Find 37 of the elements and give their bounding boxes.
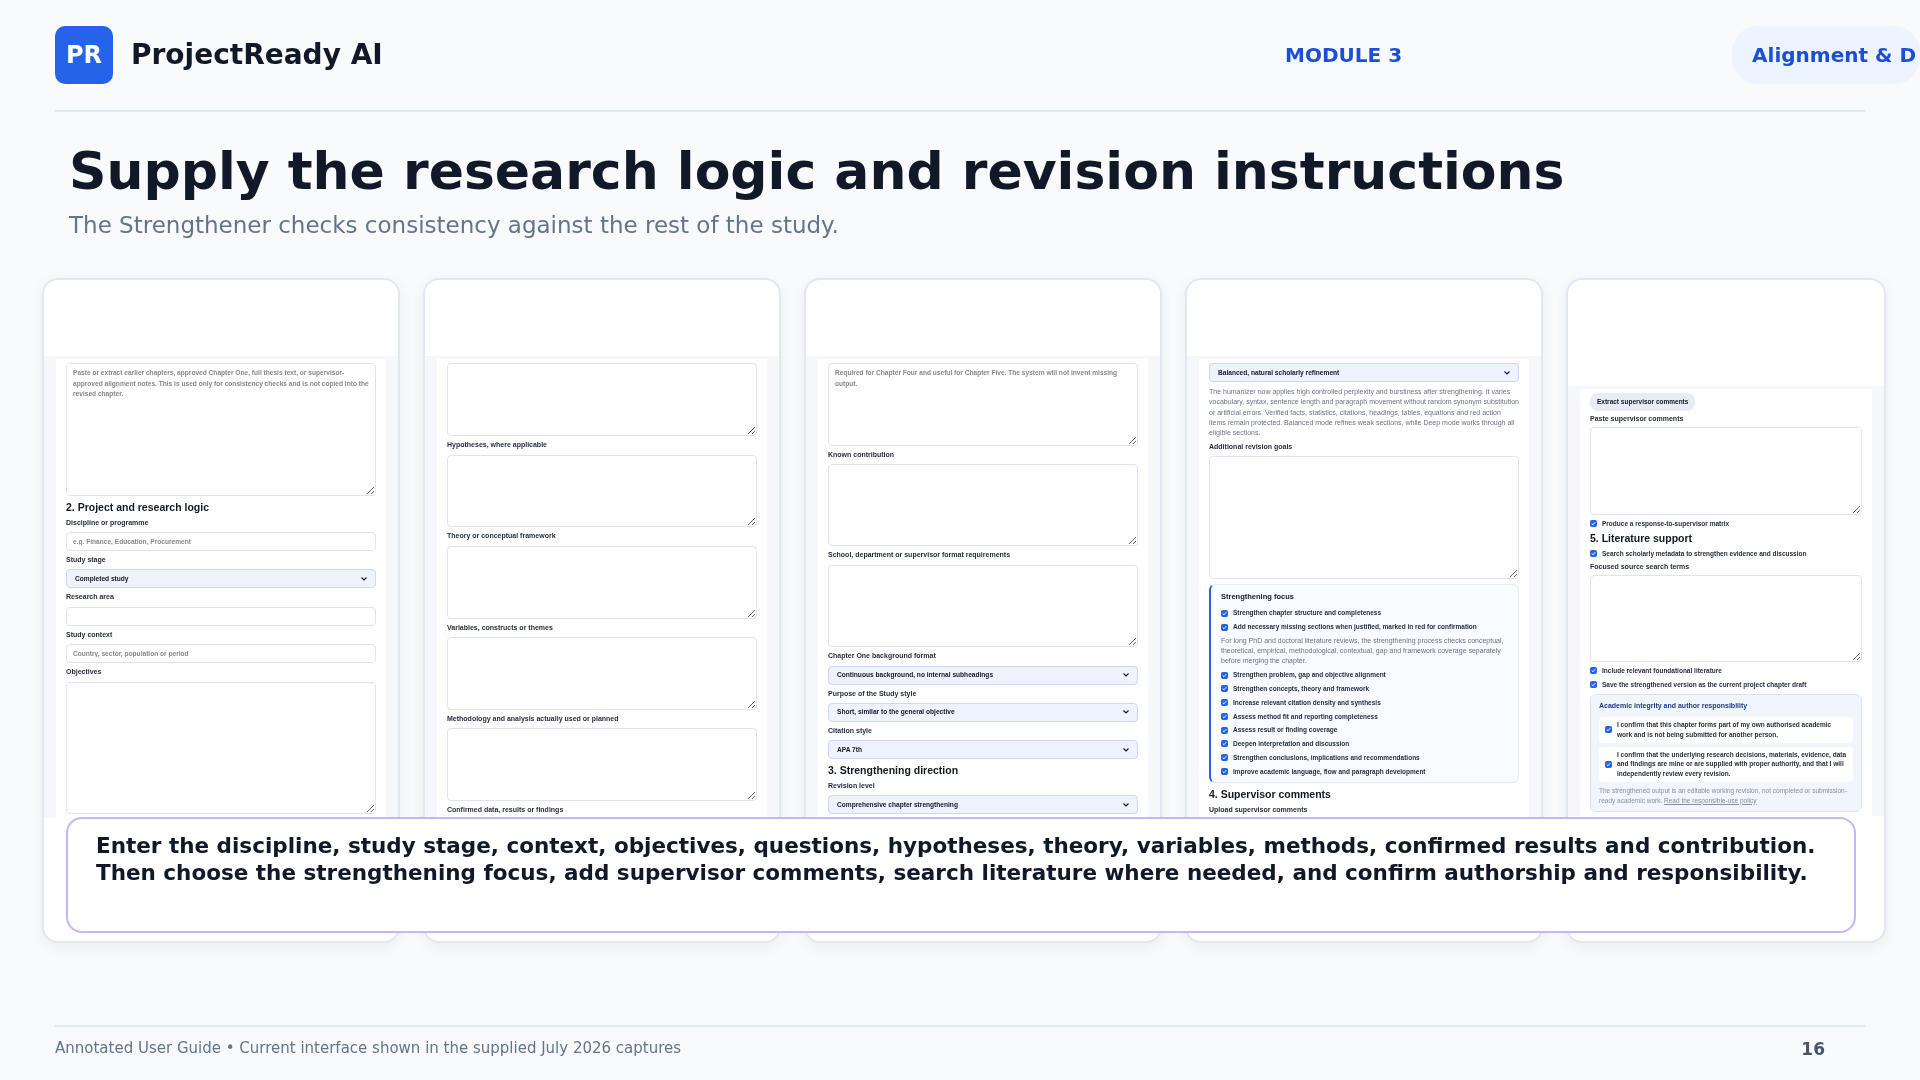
checkbox[interactable] xyxy=(1590,681,1597,689)
chevron-icon xyxy=(1123,710,1129,715)
checkbox[interactable] xyxy=(1221,712,1228,720)
checkbox[interactable] xyxy=(1221,699,1228,707)
section-heading: 3. Strengthening direction xyxy=(828,764,960,777)
brand-name: ProjectReady AI xyxy=(131,37,383,73)
callout-text: Enter the discipline, study stage, context, objectives, questions, hypotheses, theory, variables, methods, confirmed results and contribution. xyxy=(96,833,1817,860)
checkbox[interactable] xyxy=(1221,754,1228,762)
checkbox[interactable] xyxy=(1605,726,1612,734)
page-number: 16 xyxy=(1801,1038,1825,1061)
chevron-icon xyxy=(1123,673,1129,678)
checkbox[interactable] xyxy=(1590,519,1597,527)
checkbox[interactable] xyxy=(1221,671,1228,679)
checkbox[interactable] xyxy=(1221,726,1228,734)
checkbox[interactable] xyxy=(1221,623,1228,631)
section-heading: 2. Project and research logic xyxy=(66,501,210,514)
chevron-icon xyxy=(361,576,367,581)
checkbox[interactable] xyxy=(1605,760,1612,768)
checkbox[interactable] xyxy=(1221,685,1228,693)
checkbox[interactable] xyxy=(1221,740,1228,748)
chevron-icon xyxy=(1123,747,1129,752)
chevron-icon xyxy=(1123,802,1129,807)
nav-link[interactable]: MODULE 3 xyxy=(1285,40,1403,70)
checkbox[interactable] xyxy=(1221,609,1228,617)
footer-text: Annotated User Guide • Current interface shown in the supplied July 2026 captures xyxy=(55,1038,682,1059)
checkbox[interactable] xyxy=(1590,550,1597,558)
logo: PR xyxy=(55,26,113,84)
callout-text: Then choose the strengthening focus, add supervisor comments, search literature where needed, and confirm authorship and responsibility. xyxy=(96,859,1809,887)
chevron-icon xyxy=(1504,370,1510,375)
checkbox[interactable] xyxy=(1221,767,1228,775)
section-heading: 5. Literature support xyxy=(1590,532,1694,545)
nav-link[interactable]: Alignment & D xyxy=(1732,26,1920,84)
checkbox[interactable] xyxy=(1590,667,1597,675)
input-field[interactable] xyxy=(66,606,376,626)
slide-subtitle: The Strengthener checks consistency against the rest of the study. xyxy=(69,210,840,240)
section-heading: 4. Supervisor comments xyxy=(1209,788,1332,801)
slide-title: Supply the research logic and revision instructions xyxy=(69,142,1566,202)
